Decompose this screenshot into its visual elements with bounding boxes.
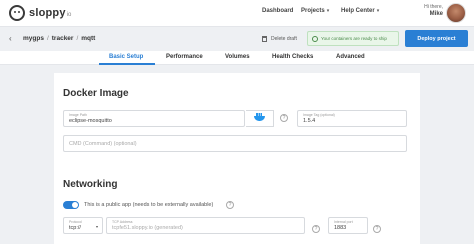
tcp-address-label: TCP Address [112, 220, 133, 224]
tab-volumes[interactable]: Volumes [225, 54, 250, 60]
cmd-field[interactable]: CMD (Command) (optional) [63, 135, 407, 152]
project-toolbar: ‹ mygps / tracker / mqtt Delete draft Your c… [0, 27, 474, 51]
help-icon[interactable]: ? [373, 225, 381, 233]
image-path-label: Image Path [69, 113, 87, 117]
protocol-label: Protocol [69, 220, 82, 224]
breadcrumb-separator: / [76, 35, 79, 42]
tab-performance[interactable]: Performance [166, 54, 203, 60]
image-path-field[interactable]: Image Path eclipse-mosquitto [63, 110, 245, 127]
tcp-address-field[interactable]: TCP Address tcpfe51.sloppy.io (generated… [106, 217, 305, 234]
tcp-address-placeholder: tcpfe51.sloppy.io (generated) [112, 225, 183, 231]
ready-status-badge: Your containers are ready to ship [307, 31, 399, 46]
delete-draft-label: Delete draft [271, 36, 297, 42]
help-icon[interactable]: ? [280, 114, 288, 122]
breadcrumb-project[interactable]: mygps [23, 35, 44, 42]
internal-port-field[interactable]: Internal port 1883 [328, 217, 368, 234]
user-greeting[interactable]: Hi there, Mike [424, 4, 443, 17]
tab-advanced[interactable]: Advanced [336, 54, 365, 60]
chevron-down-icon: ▾ [376, 8, 380, 14]
nav-projects-label: Projects [301, 8, 325, 14]
tab-health-checks[interactable]: Health Checks [272, 54, 313, 60]
protocol-value: tcp:// [69, 225, 81, 231]
nav-projects[interactable]: Projects ▾ [301, 8, 329, 14]
image-tag-label: Image Tag (optional) [303, 113, 335, 117]
docker-image-heading: Docker Image [63, 88, 129, 99]
public-app-label: This is a public app (needs to be extern… [84, 202, 214, 208]
ready-status-text: Your containers are ready to ship [321, 36, 387, 41]
chevron-down-icon: ▾ [326, 8, 330, 14]
tab-basic-setup[interactable]: Basic Setup [109, 54, 143, 60]
networking-heading: Networking [63, 179, 118, 190]
internal-port-label: Internal port [334, 220, 353, 224]
brand-suffix: io [66, 11, 72, 18]
public-app-row: This is a public app (needs to be extern… [63, 201, 213, 209]
sloppy-logo[interactable]: sloppy io [9, 5, 71, 21]
cmd-placeholder: CMD (Command) (optional) [69, 141, 137, 147]
nav-dashboard[interactable]: Dashboard [262, 8, 293, 14]
brand-name: sloppy [29, 7, 66, 19]
active-tab-indicator [99, 63, 155, 65]
user-name: Mike [429, 11, 443, 17]
docker-whale-icon [254, 113, 265, 121]
image-tag-field[interactable]: Image Tag (optional) 1.5.4 [297, 110, 407, 127]
docker-hub-button[interactable] [246, 110, 274, 127]
delete-draft-button[interactable]: Delete draft [262, 36, 297, 42]
nav-help-center[interactable]: Help Center ▾ [341, 8, 379, 14]
deploy-project-button[interactable]: Deploy project [405, 30, 468, 47]
trash-icon [262, 36, 267, 42]
internal-port-value: 1883 [334, 225, 347, 231]
breadcrumb-separator: / [46, 35, 49, 42]
breadcrumb-app: mqtt [81, 35, 96, 42]
help-icon[interactable]: ? [226, 201, 234, 209]
nav-help-label: Help Center [341, 8, 375, 14]
greeting-text: Hi there, [424, 4, 443, 10]
breadcrumb-service[interactable]: tracker [52, 35, 74, 42]
avatar[interactable] [446, 3, 466, 23]
image-tag-value: 1.5.4 [303, 118, 316, 124]
check-circle-icon [312, 35, 318, 42]
public-app-toggle[interactable] [63, 201, 79, 209]
breadcrumb: mygps / tracker / mqtt [23, 35, 95, 42]
protocol-select[interactable]: Protocol tcp:// ▾ [63, 217, 103, 234]
chevron-down-icon: ▾ [95, 224, 98, 229]
top-navbar: sloppy io Dashboard Projects ▾ Help Cente… [0, 0, 474, 27]
help-icon[interactable]: ? [312, 225, 320, 233]
logo-icon [9, 5, 25, 21]
image-path-value: eclipse-mosquitto [69, 118, 112, 124]
back-arrow-icon[interactable]: ‹ [9, 34, 12, 43]
tab-bar: Basic Setup Performance Volumes Health C… [0, 51, 474, 65]
